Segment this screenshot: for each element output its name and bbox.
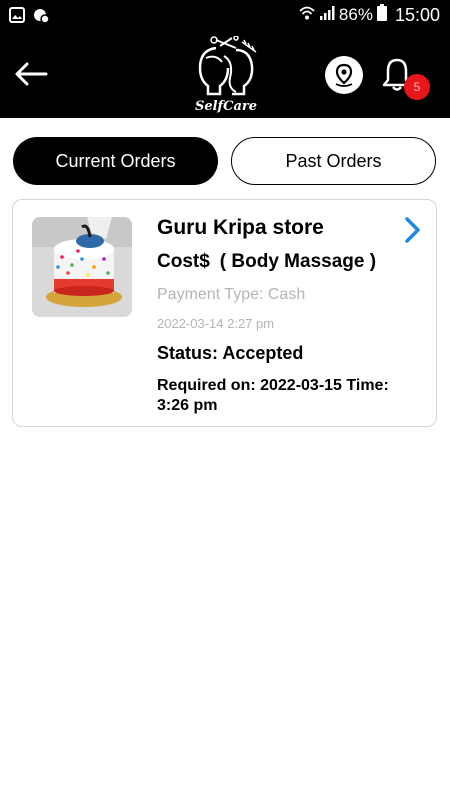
status-notifications xyxy=(9,7,50,28)
order-card[interactable]: Guru Kripa store Cost$ ( Body Massage ) P… xyxy=(12,199,437,427)
order-status: Status: Accepted xyxy=(157,343,304,363)
chevron-right-icon xyxy=(405,217,420,243)
notification-count-badge: 5 xyxy=(404,74,430,100)
location-pin-icon xyxy=(335,63,353,87)
logo-text: SelfCare xyxy=(195,99,257,114)
tab-current-orders[interactable]: Current Orders xyxy=(13,137,218,185)
image-notification-icon xyxy=(9,7,25,28)
battery-icon xyxy=(376,4,387,26)
tab-past-orders[interactable]: Past Orders xyxy=(231,137,436,185)
status-bar: 86% 15:00 xyxy=(0,0,450,30)
service-name: ( Body Massage ) xyxy=(219,251,377,272)
signal-icon xyxy=(319,5,335,26)
clock: 15:00 xyxy=(394,4,440,25)
wifi-icon xyxy=(299,5,315,26)
cost-label: Cost$ xyxy=(157,251,210,272)
app-logo: SelfCare xyxy=(186,35,266,114)
app-header: SelfCare 5 xyxy=(0,30,450,118)
app-notification-icon xyxy=(33,7,50,28)
battery-percent: 86% xyxy=(338,5,373,24)
open-order-button[interactable] xyxy=(402,216,424,244)
payment-type: Payment Type: Cash xyxy=(157,286,306,303)
selfcare-logo-icon: SelfCare xyxy=(195,35,257,114)
required-on: Required on: 2022-03-15 Time: 3:26 pm xyxy=(157,377,389,414)
arrow-left-icon xyxy=(15,62,48,86)
order-image xyxy=(32,217,132,317)
cake-image-icon xyxy=(32,217,132,317)
cost-service-line: Cost$ ( Body Massage ) xyxy=(157,251,376,273)
store-name: Guru Kripa store xyxy=(157,216,324,239)
location-button[interactable] xyxy=(325,56,363,94)
back-button[interactable] xyxy=(12,57,50,91)
order-date: 2022-03-14 2:27 pm xyxy=(157,316,275,331)
status-indicators: 86% 15:00 xyxy=(299,4,440,26)
